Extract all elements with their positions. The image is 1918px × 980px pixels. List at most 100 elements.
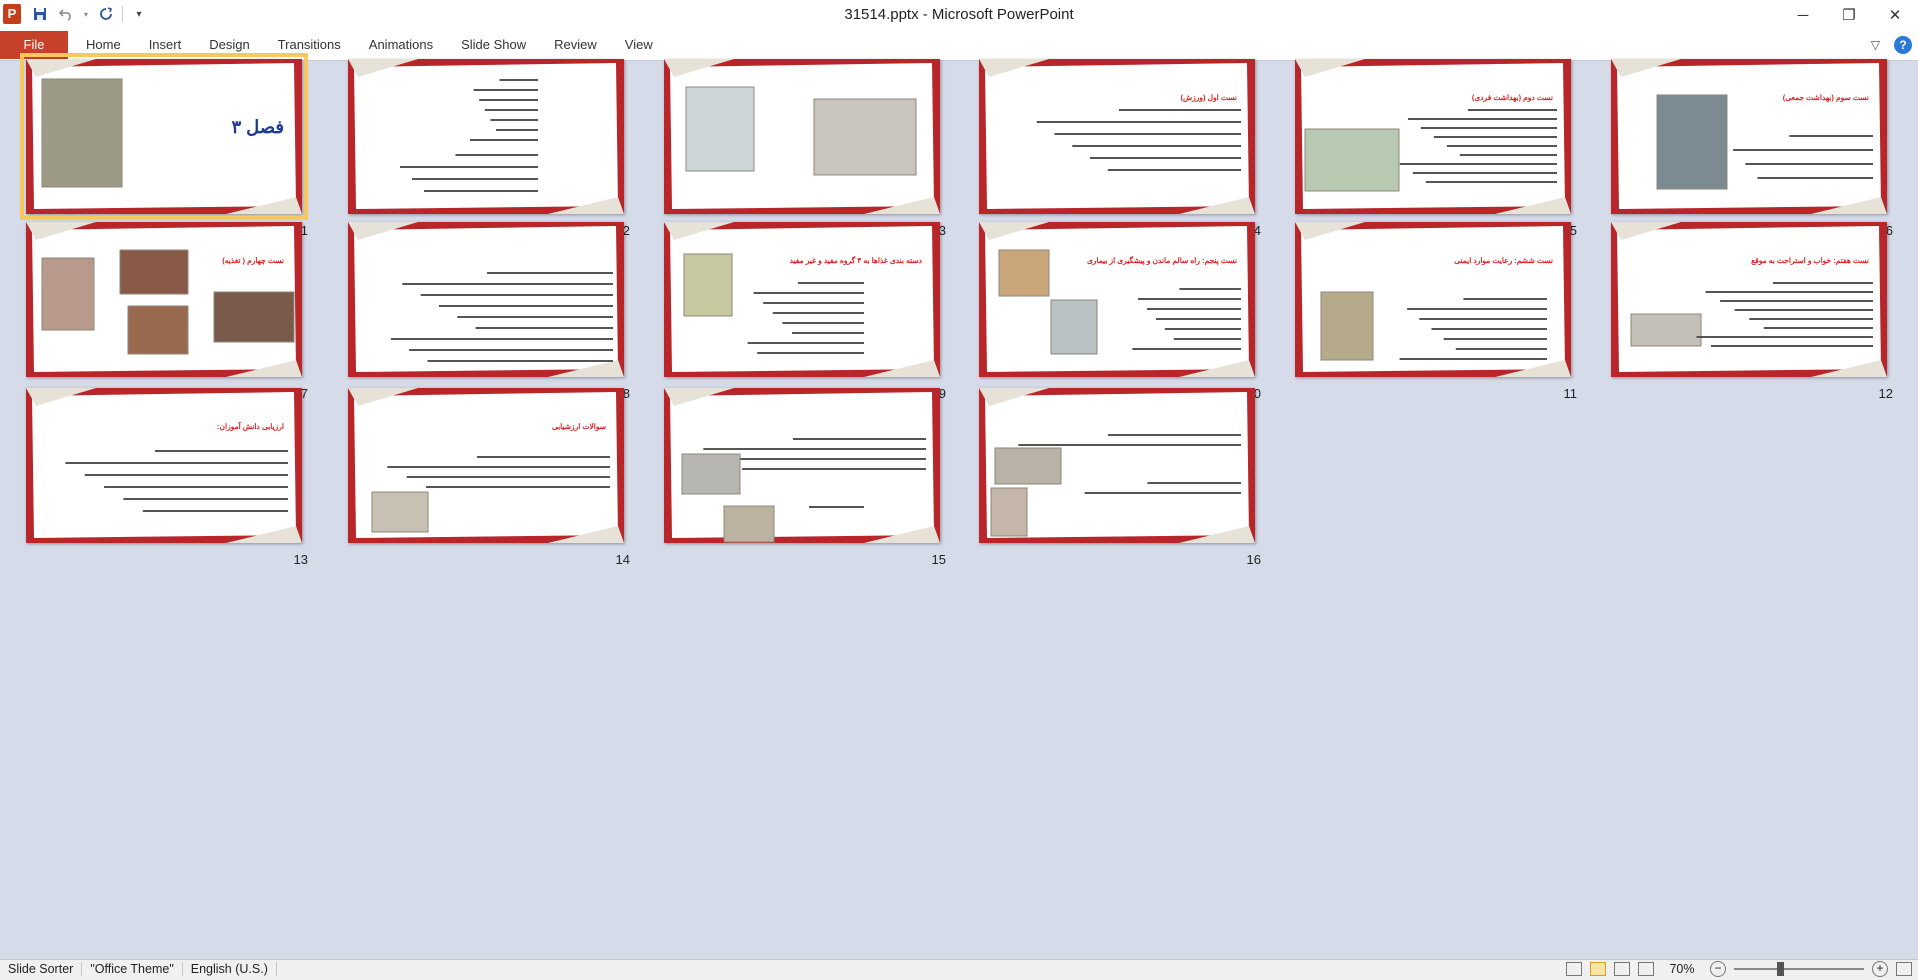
slide-thumbnail-cell[interactable]: نست پنجم: راه سالم ماندن و پیشگیری از بی… xyxy=(979,222,1261,401)
slide-thumbnail[interactable] xyxy=(348,222,624,377)
slide-text-line xyxy=(1720,300,1873,302)
slide-picture xyxy=(1050,299,1098,355)
slide-text-line xyxy=(1749,318,1873,320)
slide-thumbnail-cell[interactable]: نست اول (ورزش) 4 xyxy=(979,59,1261,238)
slide-preview xyxy=(26,388,302,543)
slide-title: نست دوم (بهداشت فردی) xyxy=(1471,93,1553,102)
slide-text-line xyxy=(424,190,538,192)
redo-icon[interactable] xyxy=(96,4,116,24)
slide-corner-swoosh xyxy=(348,59,418,77)
slide-picture xyxy=(1304,128,1400,192)
fit-to-window-button[interactable] xyxy=(1896,962,1912,976)
slide-thumbnail[interactable]: نست چهارم ( تغذیه) xyxy=(26,222,302,377)
close-button[interactable]: ✕ xyxy=(1872,0,1918,30)
slide-thumbnail-cell[interactable]: ارزیابی دانش آموزان: 13 xyxy=(26,388,308,567)
slide-thumbnail[interactable] xyxy=(979,388,1255,543)
slide-thumbnail-cell[interactable]: 3 xyxy=(664,59,946,238)
slide-thumbnail-cell[interactable]: دسته بندی غذاها به ۴ گروه مفید و غیر مفی… xyxy=(664,222,946,401)
slide-thumbnail[interactable]: نست اول (ورزش) xyxy=(979,59,1255,214)
tab-view[interactable]: View xyxy=(611,30,667,60)
slide-text-line xyxy=(1734,309,1873,311)
slide-preview xyxy=(348,222,624,377)
tab-design[interactable]: Design xyxy=(195,30,263,60)
slide-corner-swoosh xyxy=(548,197,624,214)
slide-thumbnail[interactable]: ارزیابی دانش آموزان: xyxy=(26,388,302,543)
slide-thumbnail-cell[interactable]: نست ششم: رعایت موارد ایمنی 11 xyxy=(1295,222,1577,401)
restore-button[interactable]: ❐ xyxy=(1826,0,1872,30)
slide-thumbnail-cell[interactable]: سوالات ارزشیابی 14 xyxy=(348,388,630,567)
slide-text-line xyxy=(1179,288,1241,290)
normal-view-button[interactable] xyxy=(1566,962,1582,976)
slide-text-line xyxy=(490,119,538,121)
undo-icon[interactable] xyxy=(56,4,76,24)
zoom-in-button[interactable]: + xyxy=(1872,961,1888,977)
slide-thumbnail[interactable]: نست سوم (بهداشت جمعی) xyxy=(1611,59,1887,214)
slide-title: دسته بندی غذاها به ۴ گروه مفید و غیر مفی… xyxy=(789,256,922,265)
minimize-ribbon-icon[interactable]: ▽ xyxy=(1871,38,1880,52)
slide-show-button[interactable] xyxy=(1638,962,1654,976)
language-label[interactable]: English (U.S.) xyxy=(183,962,277,976)
slide-thumbnail-cell[interactable]: فصل ۳1 xyxy=(20,53,308,238)
tab-review[interactable]: Review xyxy=(540,30,611,60)
slide-thumbnail-cell[interactable]: 16 xyxy=(979,388,1261,567)
slide-title: فصل ۳ xyxy=(231,117,284,137)
slide-picture xyxy=(1630,313,1702,347)
slide-sorter-area[interactable]: فصل ۳ 1 2 3 نست اول (ورزش) 4 نست دوم (بهداشت ف… xyxy=(0,53,1918,967)
slide-preview xyxy=(26,222,302,377)
slide-picture xyxy=(371,491,429,533)
slide-sorter-view-button[interactable] xyxy=(1590,962,1606,976)
save-icon[interactable] xyxy=(30,4,50,24)
slide-thumbnail-cell[interactable]: 15 xyxy=(664,388,946,567)
tab-slide-show[interactable]: Slide Show xyxy=(447,30,540,60)
slide-thumbnail-cell[interactable]: نست سوم (بهداشت جمعی) 6 xyxy=(1611,59,1893,238)
slide-text-line xyxy=(473,89,538,91)
slide-thumbnail-cell[interactable]: نست هفتم: خواب و استراحت به موقع 12 xyxy=(1611,222,1893,401)
slide-preview xyxy=(979,388,1255,543)
help-icon[interactable]: ? xyxy=(1894,36,1912,54)
slide-thumbnail[interactable] xyxy=(348,59,624,214)
powerpoint-app-icon[interactable]: P xyxy=(3,4,21,24)
slide-thumbnail[interactable] xyxy=(664,59,940,214)
slide-thumbnail[interactable]: دسته بندی غذاها به ۴ گروه مفید و غیر مفی… xyxy=(664,222,940,377)
slide-picture xyxy=(681,453,741,495)
slide-corner-swoosh xyxy=(1811,360,1887,377)
tab-animations[interactable]: Animations xyxy=(355,30,447,60)
zoom-slider[interactable] xyxy=(1734,962,1864,976)
zoom-out-button[interactable]: − xyxy=(1710,961,1726,977)
slide-thumbnail[interactable]: فصل ۳ xyxy=(20,53,308,220)
reading-view-button[interactable] xyxy=(1614,962,1630,976)
minimize-button[interactable]: ─ xyxy=(1780,0,1826,30)
slide-text-line xyxy=(475,327,613,329)
slide-title: نست اول (ورزش) xyxy=(1180,93,1237,102)
slide-picture xyxy=(41,257,95,331)
tab-transitions[interactable]: Transitions xyxy=(264,30,355,60)
slide-thumbnail[interactable] xyxy=(664,388,940,543)
tab-insert[interactable]: Insert xyxy=(135,30,196,60)
zoom-slider-thumb[interactable] xyxy=(1776,962,1784,976)
slide-thumbnail-cell[interactable]: نست دوم (بهداشت فردی) 5 xyxy=(1295,59,1577,238)
slide-thumbnail[interactable]: نست ششم: رعایت موارد ایمنی xyxy=(1295,222,1571,377)
customize-qat-icon[interactable]: ▾ xyxy=(129,4,149,24)
slide-thumbnail-cell[interactable]: 2 xyxy=(348,59,630,238)
tab-home[interactable]: Home xyxy=(72,30,135,60)
slide-corner-swoosh xyxy=(1495,197,1571,214)
slide-thumbnail[interactable]: نست دوم (بهداشت فردی) xyxy=(1295,59,1571,214)
slide-text-line xyxy=(142,510,288,512)
zoom-level[interactable]: 70% xyxy=(1662,962,1702,976)
slide-corner-swoosh xyxy=(664,388,734,406)
slide-text-line xyxy=(65,462,288,464)
undo-dropdown-icon[interactable]: ▾ xyxy=(82,4,90,24)
slide-corner-swoosh xyxy=(979,222,1049,240)
slide-thumbnail-cell[interactable]: نست چهارم ( تغذیه) 7 xyxy=(26,222,308,401)
slide-title: ارزیابی دانش آموزان: xyxy=(217,422,284,431)
slide-text-line xyxy=(1420,127,1557,129)
slide-text-line xyxy=(1459,154,1557,156)
slide-frame xyxy=(1611,222,1887,377)
slide-thumbnail-cell[interactable]: 8 xyxy=(348,222,630,401)
file-tab[interactable]: File xyxy=(0,31,68,59)
slide-thumbnail[interactable]: نست هفتم: خواب و استراحت به موقع xyxy=(1611,222,1887,377)
slide-thumbnail[interactable]: نست پنجم: راه سالم ماندن و پیشگیری از بی… xyxy=(979,222,1255,377)
slide-thumbnail[interactable]: سوالات ارزشیابی xyxy=(348,388,624,543)
slide-number: 14 xyxy=(615,552,630,567)
slide-text-line xyxy=(390,338,613,340)
